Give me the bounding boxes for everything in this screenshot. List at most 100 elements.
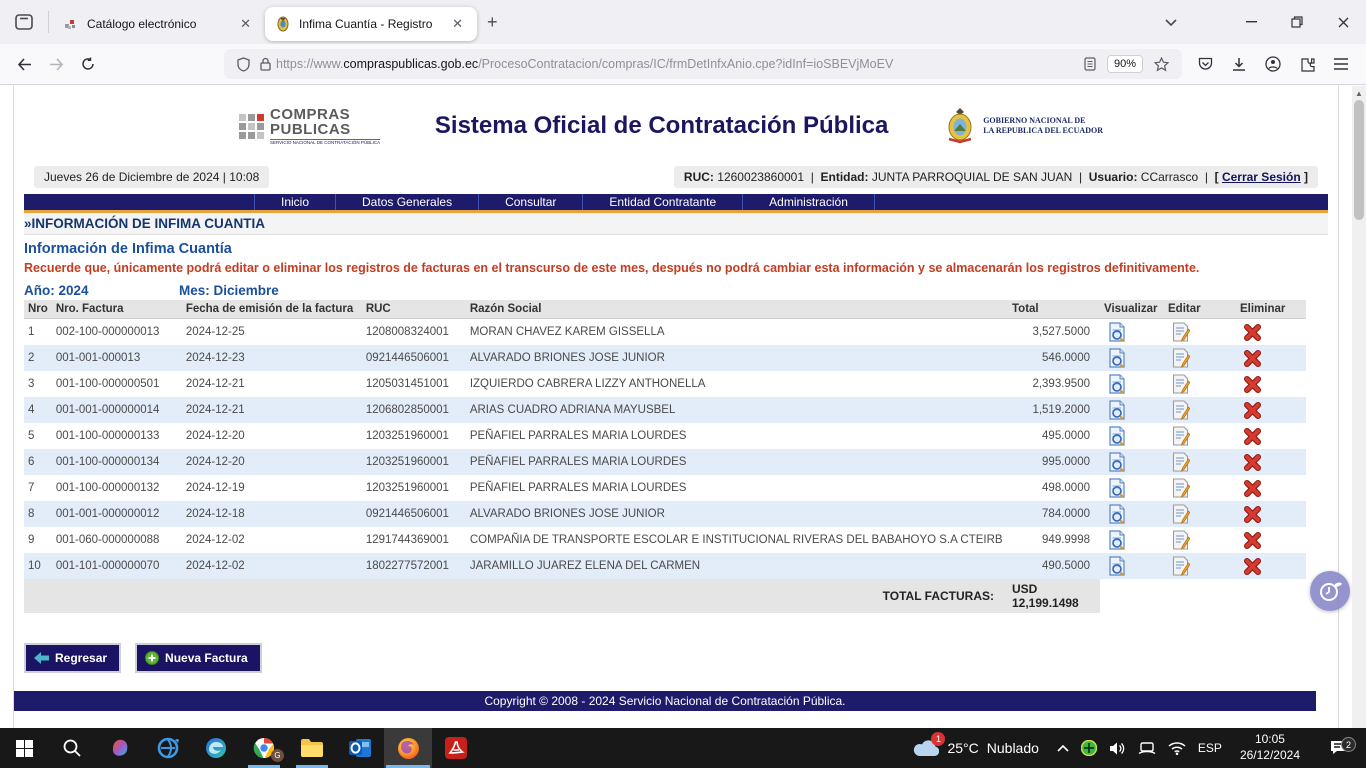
regresar-button[interactable]: Regresar [24, 643, 121, 673]
invoices-table: NroNro. FacturaFecha de emisión de la fa… [24, 300, 1306, 613]
eliminar-icon[interactable] [1236, 475, 1306, 501]
menu-item-entidad-contratante[interactable]: Entidad Contratante [583, 194, 743, 210]
logout-link[interactable]: Cerrar Sesión [1222, 170, 1301, 184]
new-tab-button[interactable]: + [477, 10, 508, 35]
visualizar-icon[interactable] [1100, 397, 1164, 423]
eliminar-icon[interactable] [1236, 423, 1306, 449]
menu-hamburger-icon[interactable] [1324, 49, 1358, 79]
editar-icon[interactable] [1164, 319, 1236, 346]
visualizar-icon[interactable] [1100, 449, 1164, 475]
compras-publicas-logo: COMPRAS PUBLICAS SERVICIO NACIONAL DE CO… [239, 107, 380, 146]
outlook-icon[interactable] [336, 728, 384, 768]
notifications-button[interactable]: 2 [1318, 740, 1358, 756]
reload-icon[interactable] [72, 49, 104, 79]
clock[interactable]: 10:05 26/12/2024 [1234, 732, 1306, 763]
eliminar-icon[interactable] [1236, 501, 1306, 527]
pocket-icon[interactable] [1188, 49, 1222, 79]
internet-explorer-icon[interactable] [144, 728, 192, 768]
visualizar-icon[interactable] [1100, 345, 1164, 371]
visualizar-icon[interactable] [1100, 371, 1164, 397]
bookmark-star-icon[interactable] [1154, 57, 1169, 72]
visualizar-icon[interactable] [1100, 475, 1164, 501]
forward-icon[interactable] [40, 49, 72, 79]
taskbar-search-icon[interactable] [48, 728, 96, 768]
ecuador-crest-icon [943, 106, 977, 146]
editar-icon[interactable] [1164, 527, 1236, 553]
tab-catalogo[interactable]: Catálogo electrónico ✕ [53, 7, 265, 41]
file-explorer-icon[interactable] [288, 728, 336, 768]
window-close-button[interactable] [1320, 0, 1366, 44]
menu-item-consultar[interactable]: Consultar [479, 194, 583, 210]
scroll-up-arrow-icon[interactable]: ▲ [1352, 86, 1366, 100]
url-bar[interactable]: https://www.compraspublicas.gob.ec/Proce… [224, 49, 1182, 79]
eliminar-icon[interactable] [1236, 449, 1306, 475]
timer-extension-widget[interactable] [1310, 571, 1350, 611]
column-header: Nro. Factura [52, 300, 182, 319]
editar-icon[interactable] [1164, 553, 1236, 579]
menu-item-inicio[interactable]: Inicio [254, 194, 336, 210]
visualizar-icon[interactable] [1100, 527, 1164, 553]
gobierno-logo: GOBIERNO NACIONAL DE LA REPUBLICA DEL EC… [943, 106, 1103, 146]
visualizar-icon[interactable] [1100, 553, 1164, 579]
chrome-icon[interactable]: G [240, 728, 288, 768]
cell-nro: 10 [24, 553, 52, 579]
downloads-icon[interactable] [1222, 49, 1256, 79]
window-minimize-button[interactable] [1228, 0, 1274, 44]
editar-icon[interactable] [1164, 501, 1236, 527]
reader-mode-icon[interactable] [1084, 57, 1096, 71]
visualizar-icon[interactable] [1100, 501, 1164, 527]
visualizar-icon[interactable] [1100, 319, 1164, 346]
antivirus-icon[interactable] [1081, 740, 1097, 756]
page-scrollbar[interactable]: ▲ [1352, 86, 1366, 728]
cell-razon-social: PEÑAFIEL PARRALES MARIA LOURDES [466, 449, 1008, 475]
editar-icon[interactable] [1164, 475, 1236, 501]
editar-icon[interactable] [1164, 397, 1236, 423]
editar-icon[interactable] [1164, 345, 1236, 371]
eliminar-icon[interactable] [1236, 319, 1306, 346]
window-restore-button[interactable] [1274, 0, 1320, 44]
menu-item-administración[interactable]: Administración [743, 194, 875, 210]
eliminar-icon[interactable] [1236, 397, 1306, 423]
cell-ruc: 0921446506001 [362, 345, 466, 371]
cell-ruc: 0921446506001 [362, 501, 466, 527]
account-icon[interactable] [1256, 49, 1290, 79]
cell-razon-social: PEÑAFIEL PARRALES MARIA LOURDES [466, 423, 1008, 449]
acrobat-icon[interactable] [432, 728, 480, 768]
notifications-count-badge: 2 [1341, 737, 1356, 752]
weather-widget[interactable]: 1 25°C Nublado [903, 728, 1048, 768]
tab-close-icon[interactable]: ✕ [448, 14, 467, 34]
tab-infima-cuantia[interactable]: Infima Cuantía - Registro ✕ [265, 7, 477, 41]
cell-total: 995.0000 [1008, 449, 1100, 475]
visualizar-icon[interactable] [1100, 423, 1164, 449]
extensions-icon[interactable] [1290, 49, 1324, 79]
editar-icon[interactable] [1164, 449, 1236, 475]
editar-icon[interactable] [1164, 423, 1236, 449]
language-indicator[interactable]: ESP [1198, 741, 1222, 755]
eliminar-icon[interactable] [1236, 345, 1306, 371]
zoom-level-badge[interactable]: 90% [1107, 55, 1143, 73]
start-button[interactable] [0, 728, 48, 768]
eliminar-icon[interactable] [1236, 371, 1306, 397]
eliminar-icon[interactable] [1236, 553, 1306, 579]
tray-chevron-icon[interactable] [1057, 744, 1069, 752]
tab-list-chevron-icon[interactable] [1154, 7, 1188, 37]
copilot-icon[interactable] [96, 728, 144, 768]
wifi-icon[interactable] [1168, 741, 1186, 755]
nueva-factura-button[interactable]: Nueva Factura [135, 643, 262, 673]
tab-separator [48, 11, 49, 33]
cast-display-icon[interactable] [1138, 741, 1156, 755]
volume-icon[interactable] [1109, 741, 1126, 756]
firefox-icon[interactable] [384, 728, 432, 768]
scrollbar-thumb[interactable] [1354, 100, 1364, 220]
invoice-row: 10001-101-0000000702024-12-0218022775720… [24, 553, 1306, 579]
firefox-view-icon[interactable] [8, 7, 40, 37]
eliminar-icon[interactable] [1236, 527, 1306, 553]
cell-nro: 8 [24, 501, 52, 527]
editar-icon[interactable] [1164, 371, 1236, 397]
back-icon[interactable] [8, 49, 40, 79]
shield-icon[interactable] [237, 57, 250, 72]
lock-icon[interactable] [260, 57, 271, 71]
edge-icon[interactable] [192, 728, 240, 768]
tab-close-icon[interactable]: ✕ [236, 14, 255, 34]
menu-item-datos-generales[interactable]: Datos Generales [336, 194, 479, 210]
